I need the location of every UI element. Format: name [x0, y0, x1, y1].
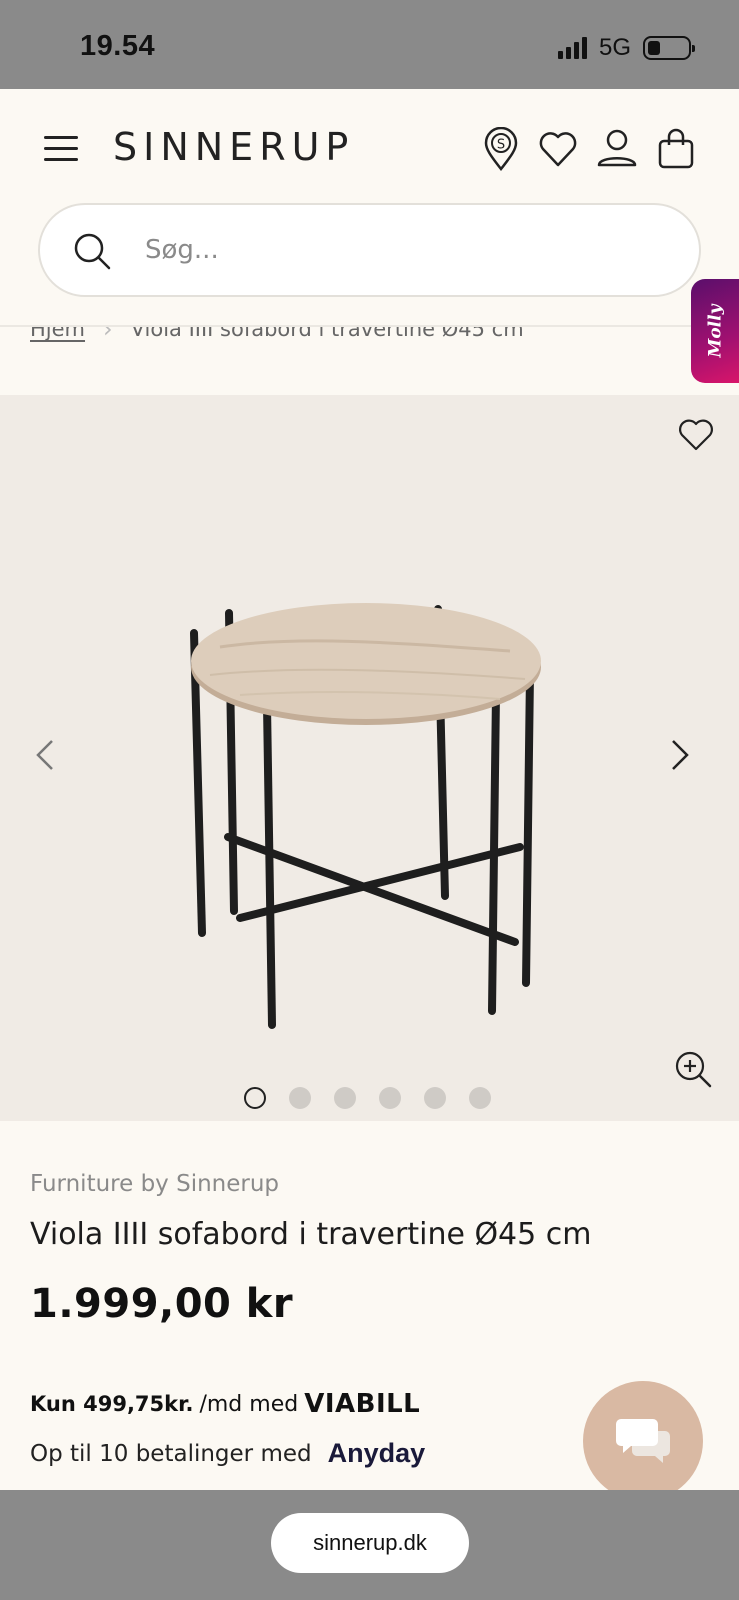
molly-assistant-tab[interactable]: Molly	[691, 279, 739, 383]
next-image-arrow[interactable]	[665, 735, 695, 775]
svg-text:S: S	[497, 138, 505, 153]
anyday-logo: Anyday	[327, 1438, 426, 1468]
chat-button[interactable]	[583, 1381, 703, 1490]
network-label: 5G	[598, 34, 631, 61]
url-bar[interactable]: sinnerup.dk	[271, 1513, 469, 1573]
signal-icon	[557, 37, 587, 59]
product-gallery[interactable]	[0, 395, 739, 1121]
product-brand[interactable]: Furniture by Sinnerup	[30, 1171, 279, 1197]
account-icon[interactable]	[596, 127, 638, 171]
browser-bar: sinnerup.dk	[0, 1490, 739, 1600]
heart-icon[interactable]	[537, 127, 579, 171]
product-price: 1.999,00 kr	[30, 1281, 294, 1327]
menu-icon[interactable]	[44, 136, 78, 162]
web-page: SINNERUP S Hjem › Viola IIII sofabord	[0, 89, 739, 1490]
battery-icon	[643, 36, 695, 60]
gallery-dot[interactable]	[424, 1087, 446, 1109]
gallery-dot[interactable]	[469, 1087, 491, 1109]
chevron-right-icon: ›	[103, 325, 113, 343]
viabill-logo: VIABILL	[304, 1389, 421, 1419]
anyday-financing[interactable]: Op til 10 betalinger med Anyday	[30, 1438, 425, 1469]
gallery-pagination	[244, 1087, 491, 1109]
product-image	[190, 603, 541, 1029]
viabill-amount: Kun 499,75kr.	[30, 1392, 194, 1416]
status-indicators: 5G	[557, 34, 695, 62]
molly-label: Molly	[705, 304, 726, 358]
gallery-dot[interactable]	[334, 1087, 356, 1109]
store-location-icon[interactable]: S	[480, 127, 522, 171]
search-bar[interactable]	[38, 203, 701, 297]
chat-bubbles-icon	[616, 1419, 670, 1463]
zoom-in-icon[interactable]	[673, 1049, 713, 1089]
gallery-dot[interactable]	[379, 1087, 401, 1109]
cart-icon[interactable]	[655, 127, 697, 171]
search-icon[interactable]	[72, 231, 112, 271]
site-logo[interactable]: SINNERUP	[113, 125, 354, 169]
wishlist-heart-icon[interactable]	[677, 417, 715, 453]
site-header: SINNERUP S	[0, 89, 739, 209]
product-title: Viola IIII sofabord i travertine Ø45 cm	[30, 1217, 592, 1252]
viabill-text: /md med	[199, 1391, 299, 1417]
breadcrumb-current: Viola IIII sofabord i travertine Ø45 cm	[130, 325, 524, 341]
status-bar: 19.54 5G	[0, 0, 739, 89]
status-time: 19.54	[80, 30, 156, 62]
prev-image-arrow[interactable]	[30, 735, 60, 775]
breadcrumb-home-link[interactable]: Hjem	[30, 327, 85, 341]
viabill-financing[interactable]: Kun 499,75kr. /md med VIABILL	[30, 1389, 420, 1419]
search-input[interactable]	[145, 225, 645, 275]
gallery-dot[interactable]	[244, 1087, 266, 1109]
breadcrumb: Hjem › Viola IIII sofabord i travertine …	[0, 325, 739, 385]
anyday-text: Op til 10 betalinger med	[30, 1440, 312, 1467]
product-info: Furniture by Sinnerup Viola IIII sofabor…	[0, 1121, 739, 1490]
gallery-dot[interactable]	[289, 1087, 311, 1109]
